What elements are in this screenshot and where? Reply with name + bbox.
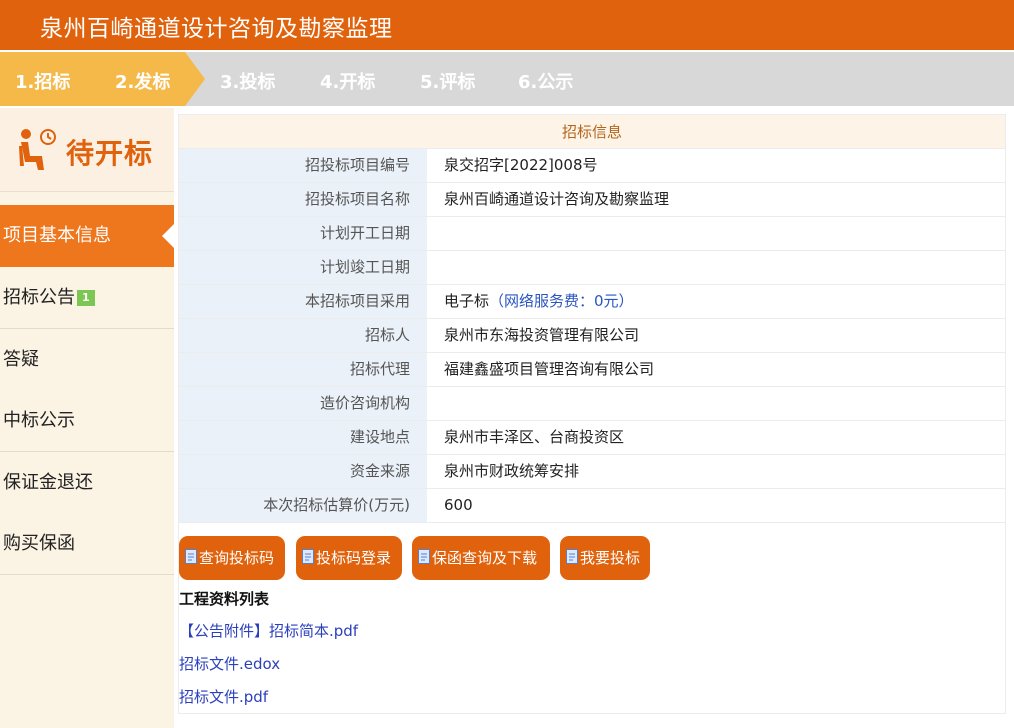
row-label: 招投标项目编号: [179, 149, 427, 182]
nav-item-label: 购买保函: [3, 533, 75, 554]
info-row-location: 建设地点 泉州市丰泽区、台商投资区: [179, 421, 1005, 455]
info-row-start-date: 计划开工日期: [179, 217, 1005, 251]
info-row-estimated-price: 本次招标估算价(万元) 600: [179, 489, 1005, 523]
info-section-title: 招标信息: [179, 115, 1005, 149]
main-content: 招标信息 招投标项目编号 泉交招字[2022]008号 招投标项目名称 泉州百崎…: [178, 114, 1006, 714]
row-label: 招标人: [179, 319, 427, 352]
file-link-tender-pdf[interactable]: 招标文件.pdf: [179, 686, 268, 707]
step-bidding: 1.招标: [15, 72, 71, 93]
info-row-cost-consultant: 造价咨询机构: [179, 387, 1005, 421]
row-label: 计划竣工日期: [179, 251, 427, 284]
info-row-end-date: 计划竣工日期: [179, 251, 1005, 285]
row-label: 招投标项目名称: [179, 183, 427, 216]
row-value: 泉交招字[2022]008号: [444, 156, 598, 174]
step-tender: 3.投标: [220, 72, 276, 93]
row-label: 造价咨询机构: [179, 387, 427, 420]
row-label: 计划开工日期: [179, 217, 427, 250]
nav-item-label: 中标公示: [3, 410, 75, 431]
nav-item-announcement[interactable]: 招标公告 1: [0, 267, 174, 329]
page-title: 泉州百崎通道设计咨询及勘察监理: [40, 16, 393, 42]
info-row-bid-method: 本招标项目采用 电子标（网络服务费：0元）: [179, 285, 1005, 319]
bid-method-value: 电子标: [444, 292, 490, 310]
announcement-count-badge: 1: [77, 290, 95, 306]
info-row-fund-source: 资金来源 泉州市财政统筹安排: [179, 455, 1005, 489]
nav-item-deposit-refund[interactable]: 保证金退还: [0, 452, 174, 514]
bid-status: 待开标: [66, 137, 154, 170]
guarantee-download-button[interactable]: 保函查询及下载: [412, 536, 550, 580]
step-opening: 4.开标: [320, 72, 376, 93]
document-icon: [302, 549, 314, 564]
document-icon: [185, 549, 197, 564]
info-row-project-number: 招投标项目编号 泉交招字[2022]008号: [179, 149, 1005, 183]
submit-bid-button[interactable]: 我要投标: [560, 536, 650, 580]
row-value: 泉州百崎通道设计咨询及勘察监理: [444, 190, 670, 208]
row-label: 资金来源: [179, 455, 427, 488]
row-value: 泉州市财政统筹安排: [444, 462, 580, 480]
nav-item-buy-guarantee[interactable]: 购买保函: [0, 513, 174, 575]
row-label: 本招标项目采用: [179, 285, 427, 318]
nav-item-label: 保证金退还: [3, 472, 93, 493]
row-value: [427, 217, 1005, 250]
row-value: 泉州市东海投资管理有限公司: [444, 326, 640, 344]
step-arrow: [185, 52, 205, 106]
file-list-title: 工程资料列表: [179, 590, 270, 608]
nav-item-project-info[interactable]: 项目基本信息: [0, 205, 174, 267]
service-fee-note: （网络服务费：0元）: [489, 292, 634, 310]
button-label: 查询投标码: [199, 549, 275, 567]
row-value: 泉州市丰泽区、台商投资区: [444, 428, 625, 446]
row-label: 招标代理: [179, 353, 427, 386]
row-label: 本次招标估算价(万元): [179, 489, 427, 522]
step-publicity: 6.公示: [518, 72, 574, 93]
row-value: 福建鑫盛项目管理咨询有限公司: [444, 360, 655, 378]
nav-item-label: 答疑: [3, 349, 39, 370]
button-label: 保函查询及下载: [432, 549, 538, 567]
row-value: 600: [444, 496, 473, 514]
button-label: 我要投标: [580, 549, 641, 567]
row-value: [427, 387, 1005, 420]
info-row-agent: 招标代理 福建鑫盛项目管理咨询有限公司: [179, 353, 1005, 387]
progress-steps: 1.招标 2.发标 3.投标 4.开标 5.评标 6.公示: [0, 52, 1014, 106]
nav-item-label: 项目基本信息: [3, 225, 111, 246]
info-row-tenderer: 招标人 泉州市东海投资管理有限公司: [179, 319, 1005, 353]
row-value: 电子标（网络服务费：0元）: [427, 285, 1005, 318]
nav-item-award-notice[interactable]: 中标公示: [0, 390, 174, 452]
row-value: [427, 251, 1005, 284]
step-issue: 2.发标: [115, 72, 171, 93]
row-label: 建设地点: [179, 421, 427, 454]
file-link-tender-edox[interactable]: 招标文件.edox: [179, 653, 280, 674]
page-header: 泉州百崎通道设计咨询及勘察监理: [0, 0, 1014, 50]
info-row-project-name: 招投标项目名称 泉州百崎通道设计咨询及勘察监理: [179, 183, 1005, 217]
bid-code-login-button[interactable]: 投标码登录: [296, 536, 402, 580]
nav-item-qa[interactable]: 答疑: [0, 329, 174, 391]
nav-item-label: 招标公告: [3, 287, 75, 308]
button-label: 投标码登录: [316, 549, 392, 567]
sidebar: 待开标 项目基本信息 招标公告 1 答疑 中标公示 保证金退还 购买保函: [0, 108, 174, 728]
query-bid-code-button[interactable]: 查询投标码: [179, 536, 285, 580]
step-evaluation: 5.评标: [420, 72, 476, 93]
document-icon: [418, 549, 430, 564]
status-box: 待开标: [0, 108, 174, 192]
document-icon: [566, 549, 578, 564]
waiting-person-icon: [19, 129, 56, 170]
file-link-announcement-attachment[interactable]: 【公告附件】招标简本.pdf: [179, 620, 358, 641]
